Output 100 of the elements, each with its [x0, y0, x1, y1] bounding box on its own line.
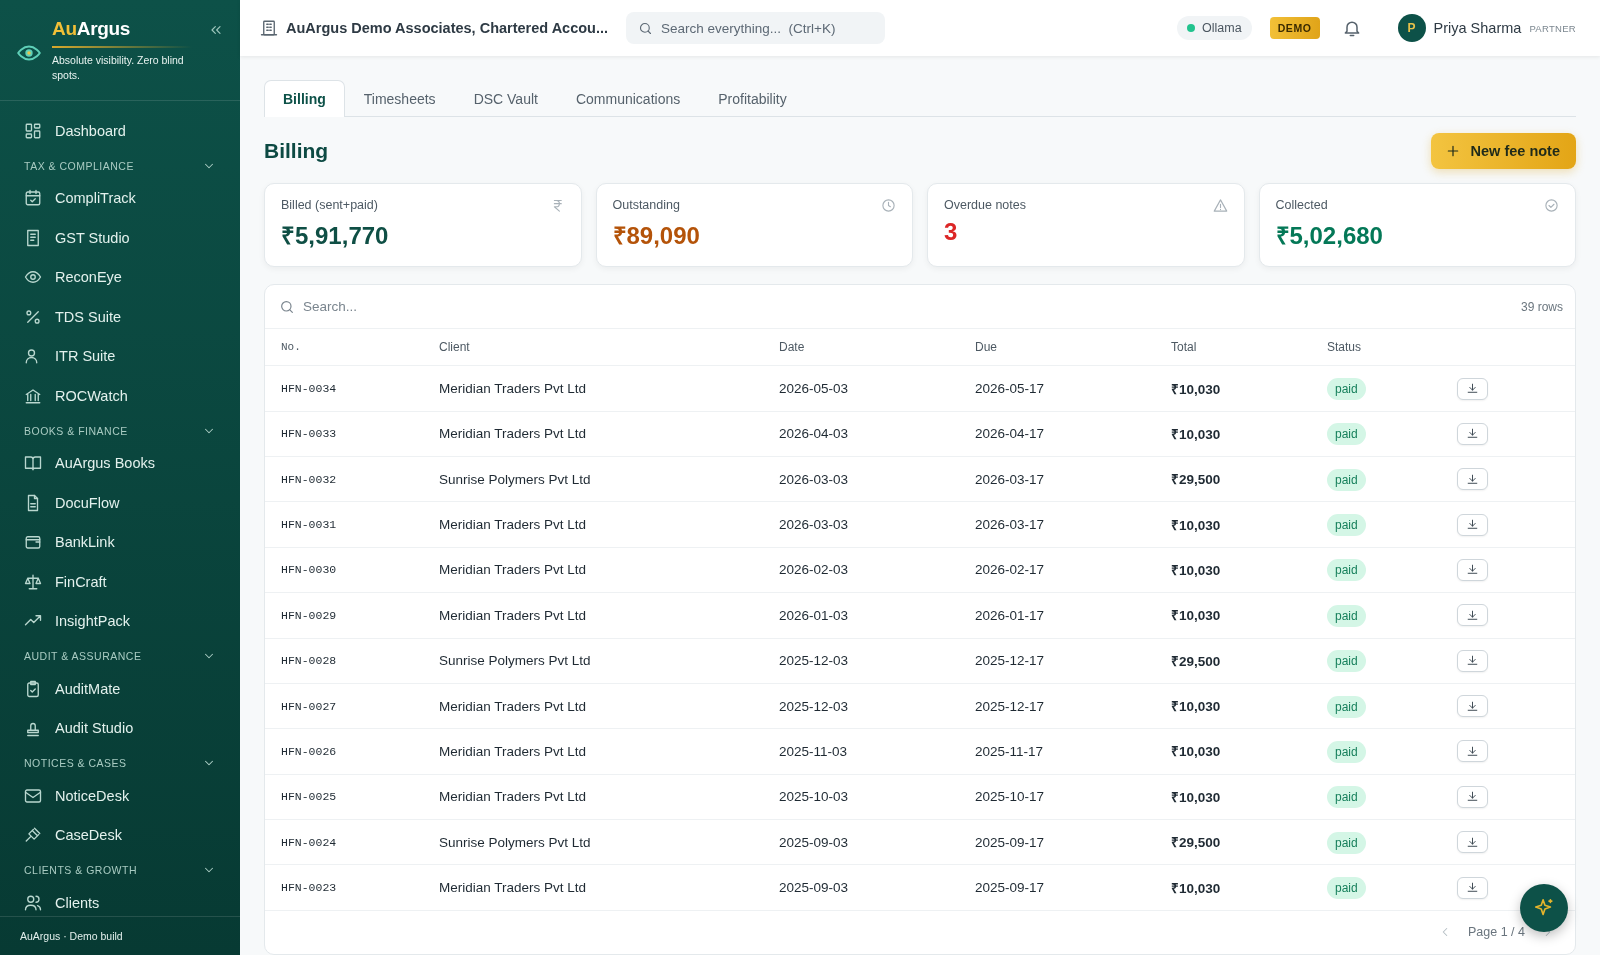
table-search-field[interactable]: Search... 39 rows: [265, 285, 1575, 330]
brand-logo: AuArgus: [52, 18, 132, 40]
table-cell-text: HFN-0028: [281, 654, 338, 668]
table-cell-text: ₹10,030: [1171, 788, 1222, 806]
nav-item[interactable]: NoticeDesk: [0, 776, 240, 816]
nav-group-header[interactable]: TAX & COMPLIANCE: [0, 152, 240, 179]
table-cell-text: Meridian Traders Pvt Ltd: [439, 743, 588, 759]
table-cell-text: Meridian Traders Pvt Ltd: [439, 426, 588, 442]
table-cell-text: 2026-03-17: [975, 471, 1046, 487]
nav-item[interactable]: GST Studio: [0, 218, 240, 258]
table-cell-text: 2025-11-17: [975, 743, 1045, 759]
nav-item[interactable]: Dashboard: [0, 111, 240, 151]
nav-item[interactable]: Audit Studio: [0, 708, 240, 748]
table-cell-text: Meridian Traders Pvt Ltd: [439, 698, 588, 714]
nav-item[interactable]: CompliTrack: [0, 178, 240, 218]
table-cell-text: Meridian Traders Pvt Ltd: [439, 880, 588, 895]
tab[interactable]: Timesheets: [344, 80, 455, 117]
nav-item[interactable]: BankLink: [0, 522, 240, 562]
table-cell-text: 2026-03-17: [975, 517, 1046, 533]
table-cell-text: Sunrise Polymers Pvt Ltd: [439, 471, 592, 487]
nav-group-header[interactable]: AUDIT & ASSURANCE: [0, 643, 240, 669]
tab[interactable]: Communications: [556, 80, 700, 117]
stat-value: ₹5,02,680: [1275, 221, 1384, 251]
table-cell-text: ₹29,500: [1171, 652, 1222, 670]
table-cell-text: 2026-02-03: [779, 562, 850, 578]
column-header[interactable]: Due: [975, 329, 1171, 366]
column-header[interactable]: Status: [1327, 329, 1457, 366]
footer-text: AuArgus · Demo build: [0, 916, 240, 955]
user-name: Priya Sharma: [1433, 20, 1522, 36]
status-badge: paid: [1327, 468, 1366, 491]
tab[interactable]: Billing: [264, 80, 345, 117]
nav-item[interactable]: TDS Suite: [0, 297, 240, 337]
stat-label: Outstanding: [612, 198, 680, 213]
table-cell-text: ₹29,500: [1171, 471, 1222, 489]
nav-group-header[interactable]: CLIENTS & GROWTH: [0, 857, 240, 883]
table-cell-text: Meridian Traders Pvt Ltd: [439, 607, 588, 623]
column-header[interactable]: Total: [1171, 329, 1327, 366]
table-cell-text: 2025-12-03: [779, 698, 850, 714]
table-cell-text: ₹10,030: [1171, 879, 1222, 897]
table-cell-text: 2025-09-17: [975, 834, 1046, 850]
column-header[interactable]: No.: [281, 329, 439, 366]
nav-item[interactable]: InsightPack: [0, 601, 240, 641]
status-badge: paid: [1327, 650, 1366, 673]
ai-status-pill: Ollama: [1177, 16, 1252, 40]
nav-group-header[interactable]: BOOKS & FINANCE: [0, 417, 240, 444]
nav-item[interactable]: Clients: [0, 883, 240, 916]
user-role: PARTNER: [1529, 22, 1576, 34]
firm-name: AuArgus Demo Associates, Chartered Accou...: [286, 20, 609, 36]
table-cell-text: HFN-0027: [281, 699, 338, 713]
nav-item[interactable]: ITR Suite: [0, 336, 240, 376]
tab[interactable]: DSC Vault: [454, 80, 557, 117]
table-cell-text: ₹29,500: [1171, 834, 1222, 852]
tab[interactable]: Profitability: [699, 80, 806, 117]
table-cell-text: 2025-12-03: [779, 653, 850, 669]
nav-item[interactable]: ROCWatch: [0, 376, 240, 416]
nav-item[interactable]: DocuFlow: [0, 483, 240, 523]
nav-item[interactable]: CaseDesk: [0, 815, 240, 855]
status-badge: paid: [1327, 559, 1366, 582]
nav-item[interactable]: AuditMate: [0, 669, 240, 709]
table-cell-text: 2025-10-03: [779, 789, 850, 805]
status-badge: paid: [1327, 877, 1366, 899]
column-header[interactable]: Date: [779, 329, 975, 366]
table-cell-text: 2026-01-03: [779, 607, 850, 623]
row-count: 39 rows: [1520, 299, 1563, 314]
status-badge: paid: [1327, 786, 1366, 809]
table-cell-text: HFN-0033: [281, 427, 338, 441]
table-cell-text: HFN-0023: [281, 881, 338, 894]
status-badge: paid: [1327, 831, 1366, 854]
status-badge: paid: [1327, 423, 1366, 446]
stat-value: 3: [944, 218, 959, 246]
global-search-field[interactable]: Search everything... (Ctrl+K): [626, 12, 886, 44]
column-header[interactable]: Client: [439, 329, 779, 366]
table-cell-text: Meridian Traders Pvt Ltd: [439, 381, 588, 397]
table-cell-text: ₹10,030: [1171, 516, 1222, 534]
table-cell-text: HFN-0029: [281, 608, 338, 622]
table-cell-text: 2025-09-03: [779, 834, 850, 850]
nav-item[interactable]: FinCraft: [0, 562, 240, 602]
stat-label: Overdue notes: [944, 198, 1026, 213]
status-badge: paid: [1327, 695, 1366, 718]
table-cell-text: 2026-05-03: [779, 381, 850, 397]
page-indicator: Page 1 / 4: [1468, 925, 1525, 940]
table-cell-text: HFN-0024: [281, 835, 338, 849]
table-cell-text: HFN-0030: [281, 563, 338, 577]
new-fee-note-button[interactable]: New fee note: [1430, 133, 1576, 169]
table-cell-text: 2025-12-17: [975, 698, 1046, 714]
nav-item[interactable]: ReconEye: [0, 257, 240, 297]
table-cell-text: 2026-03-03: [779, 517, 850, 533]
table-cell-text: ₹10,030: [1171, 562, 1222, 579]
table-cell-text: HFN-0034: [281, 382, 338, 396]
table-cell-text: HFN-0031: [281, 518, 338, 532]
nav-group-header[interactable]: NOTICES & CASES: [0, 750, 240, 776]
status-badge: paid: [1327, 514, 1366, 537]
user-avatar[interactable]: P: [1397, 14, 1426, 42]
nav-item[interactable]: AuArgus Books: [0, 443, 240, 483]
table-cell-text: 2026-04-03: [779, 426, 850, 442]
table-cell-text: HFN-0032: [281, 472, 338, 486]
table-cell-text: 2026-05-17: [975, 381, 1046, 397]
table-cell-text: ₹10,030: [1171, 698, 1222, 716]
table-cell-text: 2025-09-17: [975, 880, 1046, 895]
page-title: Billing: [264, 139, 329, 163]
